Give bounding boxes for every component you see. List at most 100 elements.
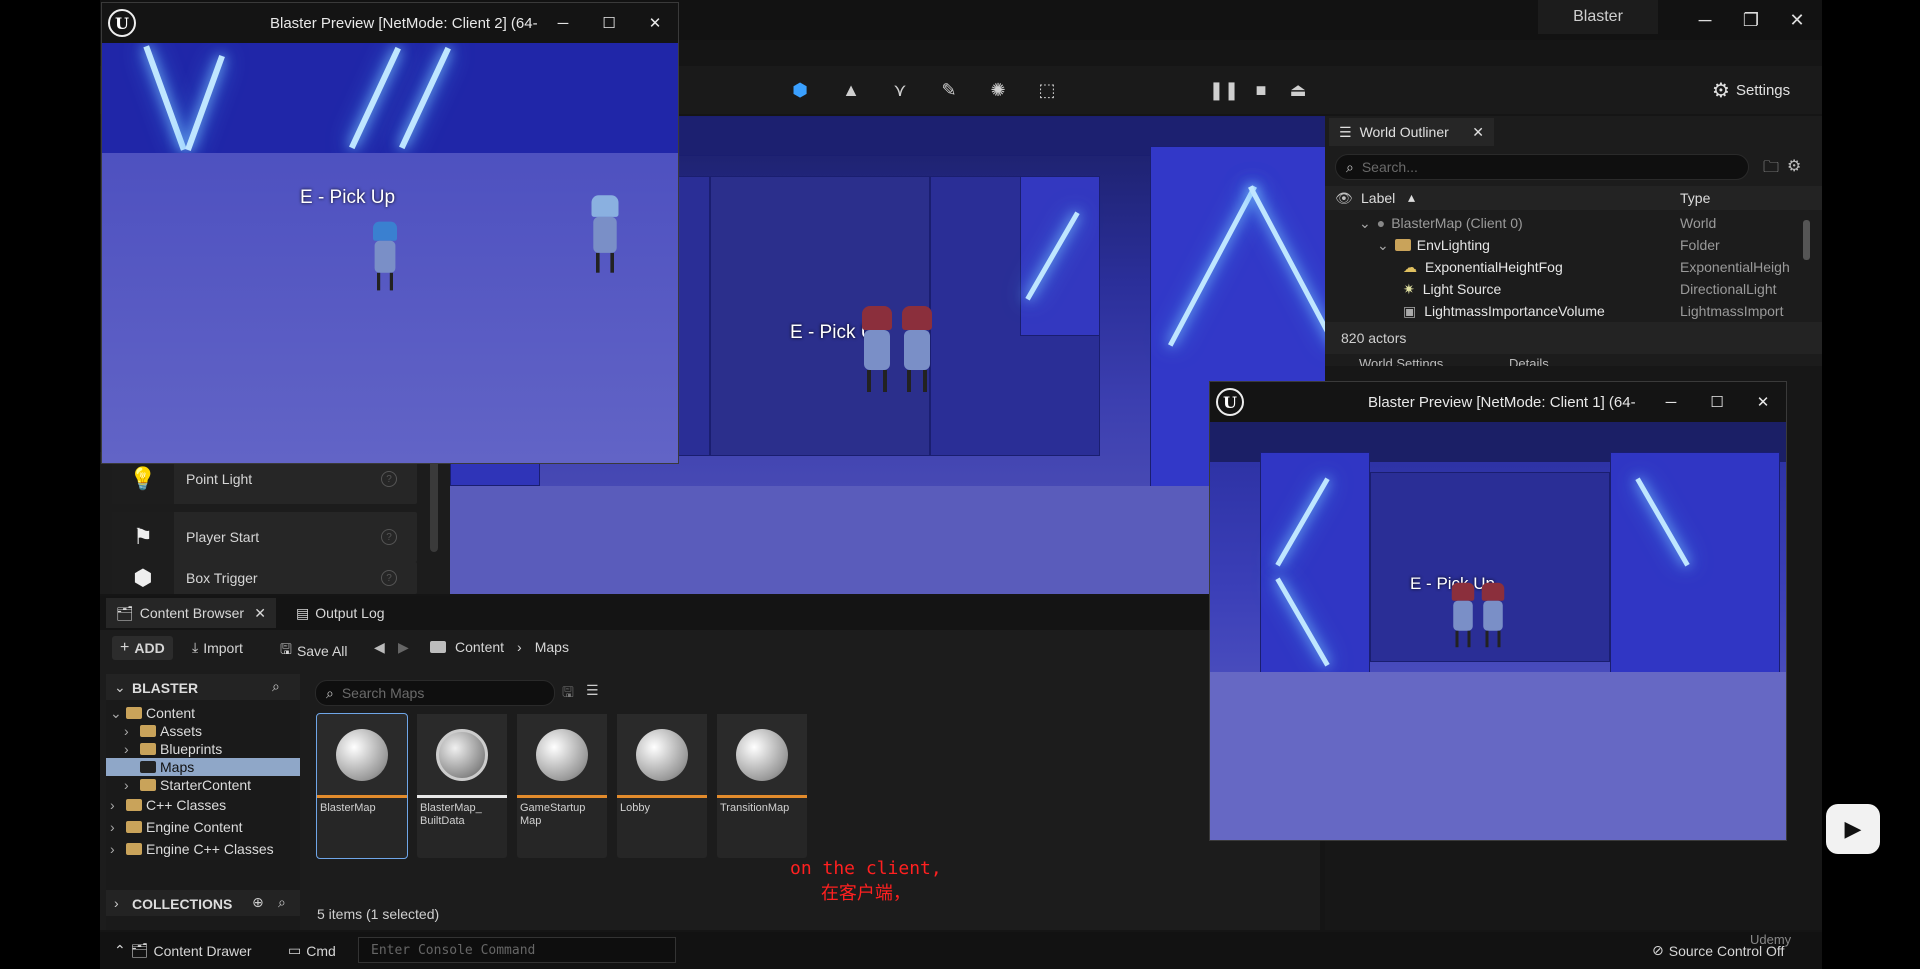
minimize-button[interactable]: ─ bbox=[1682, 0, 1728, 40]
chevron-right-icon: › bbox=[517, 639, 522, 655]
select-mode-button[interactable]: ⬢ bbox=[786, 76, 814, 104]
select-mode-icon: ⬢ bbox=[792, 79, 808, 100]
close-tab-icon[interactable]: ✕ bbox=[1472, 124, 1484, 141]
brush-edit-mode-button[interactable]: ⬚ bbox=[1033, 76, 1061, 104]
outliner-row[interactable]: ✷ Light Source DirectionalLight bbox=[1325, 278, 1815, 300]
folder-tree-item[interactable]: › Engine Content bbox=[106, 816, 300, 838]
preview-titlebar[interactable]: U Blaster Preview [NetMode: Client 2] (6… bbox=[102, 3, 678, 43]
tab-label: World Outliner bbox=[1359, 124, 1449, 140]
mesh-paint-mode-button[interactable]: ✎ bbox=[935, 76, 963, 104]
filter-icon[interactable]: ☰ bbox=[586, 682, 599, 699]
close-icon[interactable]: ✕ bbox=[1740, 393, 1786, 411]
chevron-down-icon[interactable]: ⌄ bbox=[1359, 215, 1371, 232]
close-icon[interactable]: ✕ bbox=[632, 14, 678, 32]
history-forward-icon[interactable]: ▶ bbox=[398, 639, 409, 656]
help-icon[interactable]: ? bbox=[381, 570, 397, 586]
col-type[interactable]: Type bbox=[1680, 190, 1710, 206]
preview-window-client-1[interactable]: U Blaster Preview [NetMode: Client 1] (6… bbox=[1209, 381, 1787, 841]
outliner-search-input[interactable]: ⌕ Search... bbox=[1335, 154, 1749, 180]
cmd-button[interactable]: ▭ Cmd bbox=[288, 942, 336, 959]
eye-icon[interactable]: 👁 bbox=[1335, 190, 1353, 207]
asset-tile[interactable]: BlasterMap_ BuiltData bbox=[417, 714, 507, 858]
col-label[interactable]: Label bbox=[1361, 190, 1395, 206]
breadcrumb-item[interactable]: Maps bbox=[535, 639, 569, 655]
asset-tile[interactable]: BlasterMap bbox=[316, 713, 408, 859]
restore-button[interactable]: ❐ bbox=[1728, 0, 1774, 40]
project-name: Blaster bbox=[1538, 0, 1658, 34]
folder-tree-item[interactable]: › Blueprints bbox=[106, 740, 300, 758]
tab-world-outliner[interactable]: ☰ World Outliner ✕ bbox=[1329, 118, 1494, 146]
settings-button[interactable]: ⚙ Settings bbox=[1712, 78, 1790, 103]
help-icon[interactable]: ? bbox=[381, 471, 397, 487]
preview-scene[interactable]: E - Pick Up bbox=[1210, 422, 1786, 840]
search-icon[interactable]: ⌕ bbox=[272, 678, 280, 695]
chevron-right-icon[interactable]: › bbox=[124, 777, 136, 793]
scrollbar[interactable] bbox=[1803, 220, 1810, 260]
folder-tree-item[interactable]: › StarterContent bbox=[106, 776, 300, 794]
add-folder-icon[interactable]: 🗀 bbox=[1763, 156, 1779, 183]
chevron-right-icon[interactable]: › bbox=[110, 841, 122, 857]
asset-tile[interactable]: Lobby bbox=[617, 714, 707, 858]
gear-icon[interactable]: ⚙ bbox=[1787, 156, 1801, 176]
fracture-mode-button[interactable]: ✺ bbox=[984, 76, 1012, 104]
chevron-down-icon[interactable]: ⌄ bbox=[110, 705, 122, 722]
history-back-icon[interactable]: ◀ bbox=[374, 639, 385, 656]
sources-header[interactable]: ⌄ BLASTER ⌕ bbox=[106, 674, 300, 700]
outliner-row[interactable]: ☁ ExponentialHeightFog ExponentialHeigh bbox=[1325, 256, 1815, 278]
eject-button[interactable]: ⏏ bbox=[1284, 76, 1312, 104]
tab-output-log[interactable]: ▤ Output Log bbox=[286, 598, 395, 628]
search-icon[interactable]: ⌕ bbox=[278, 894, 286, 911]
console-input[interactable]: Enter Console Command bbox=[358, 937, 676, 963]
close-button[interactable]: ✕ bbox=[1774, 0, 1820, 40]
asset-tile[interactable]: TransitionMap bbox=[717, 714, 807, 858]
asset-tile[interactable]: GameStartup Map bbox=[517, 714, 607, 858]
close-tab-icon[interactable]: ✕ bbox=[254, 605, 266, 622]
add-collection-icon[interactable]: ⊕ bbox=[252, 894, 264, 911]
maximize-icon[interactable]: ☐ bbox=[1694, 393, 1740, 411]
outliner-row[interactable]: ⌄ EnvLighting Folder bbox=[1325, 234, 1815, 256]
preview-titlebar[interactable]: U Blaster Preview [NetMode: Client 1] (6… bbox=[1210, 382, 1786, 422]
breadcrumb-item[interactable]: Content bbox=[455, 639, 504, 655]
minimize-icon[interactable]: ─ bbox=[1648, 394, 1694, 411]
stop-button[interactable]: ■ bbox=[1247, 76, 1275, 104]
save-all-button[interactable]: 🖫 Save All bbox=[280, 639, 348, 663]
minimize-icon[interactable]: ─ bbox=[540, 15, 586, 32]
scrollbar[interactable] bbox=[430, 452, 438, 552]
pause-button[interactable]: ❚❚ bbox=[1209, 76, 1239, 104]
import-button[interactable]: ⤓ Import bbox=[192, 639, 243, 656]
chevron-down-icon[interactable]: ⌄ bbox=[1377, 237, 1389, 254]
folder-tree-item[interactable]: Maps bbox=[106, 758, 300, 776]
row-type: LightmassImport bbox=[1680, 303, 1784, 319]
asset-search-input[interactable]: ⌕ Search Maps bbox=[315, 680, 555, 706]
video-play-icon[interactable]: ▶ bbox=[1826, 804, 1880, 854]
save-search-icon[interactable]: 🖫 bbox=[562, 682, 574, 706]
search-placeholder: Search... bbox=[1361, 159, 1418, 175]
chevron-right-icon[interactable]: › bbox=[110, 797, 122, 813]
row-label: LightmassImportanceVolume bbox=[1424, 303, 1605, 319]
place-item-box-trigger[interactable]: ⬢ Box Trigger ? bbox=[112, 562, 417, 594]
content-drawer-button[interactable]: ⌃ 🗂 Content Drawer bbox=[114, 942, 252, 959]
maximize-icon[interactable]: ☐ bbox=[586, 14, 632, 32]
folder-tree-item[interactable]: ⌄ Content bbox=[106, 704, 300, 722]
add-button[interactable]: + ADD bbox=[112, 636, 173, 660]
folder-tree-item[interactable]: › Engine C++ Classes bbox=[106, 838, 300, 860]
sources-panel: ⌄ BLASTER ⌕ ⌄ Content › Assets › Blueprints Ma… bbox=[106, 674, 300, 930]
foliage-mode-button[interactable]: ⋎ bbox=[886, 76, 914, 104]
folder-tree-item[interactable]: › C++ Classes bbox=[106, 794, 300, 816]
outliner-row[interactable]: ▣ LightmassImportanceVolume LightmassImp… bbox=[1325, 300, 1815, 322]
chevron-right-icon[interactable]: › bbox=[124, 741, 136, 757]
chevron-right-icon[interactable]: › bbox=[110, 819, 122, 835]
landscape-mode-button[interactable]: ▲ bbox=[837, 76, 865, 104]
collections-header[interactable]: › COLLECTIONS ⊕ ⌕ bbox=[106, 890, 300, 916]
outliner-row[interactable]: ⌄ ● BlasterMap (Client 0) World bbox=[1325, 212, 1815, 234]
preview-window-client-2[interactable]: U Blaster Preview [NetMode: Client 2] (6… bbox=[101, 2, 679, 464]
place-item-player-start[interactable]: ⚑ Player Start ? bbox=[112, 512, 417, 562]
asset-name: BlasterMap_ BuiltData bbox=[420, 802, 482, 827]
tab-world-settings[interactable]: World Settings bbox=[1359, 356, 1443, 366]
folder-tree-item[interactable]: › Assets bbox=[106, 722, 300, 740]
chevron-right-icon[interactable]: › bbox=[124, 723, 136, 739]
help-icon[interactable]: ? bbox=[381, 529, 397, 545]
tab-content-browser[interactable]: 🗂 Content Browser ✕ bbox=[106, 598, 276, 628]
tab-details[interactable]: Details bbox=[1509, 356, 1549, 366]
preview-scene[interactable]: E - Pick Up bbox=[102, 43, 678, 463]
